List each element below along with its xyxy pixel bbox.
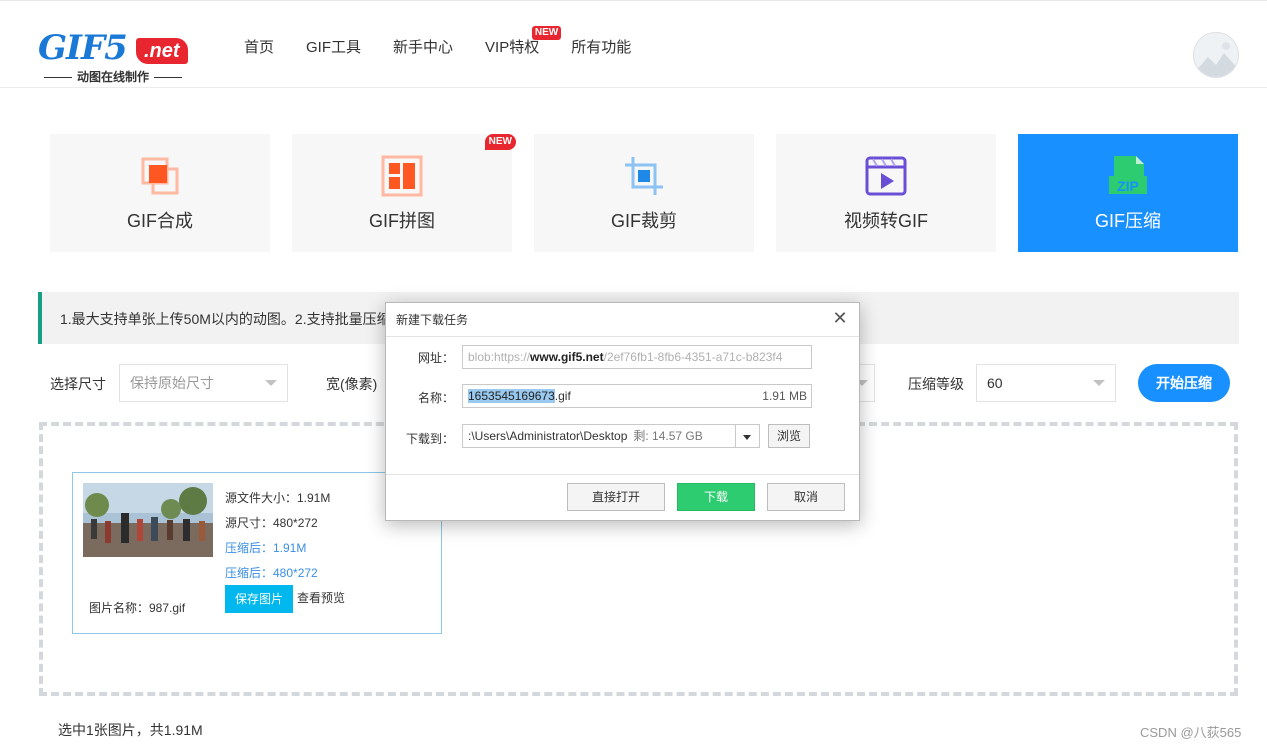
crop-icon (625, 157, 663, 195)
tool-label: 视频转GIF (844, 211, 928, 231)
tool-cards: GIF合成 GIF拼图 NEW GIF裁剪 视频转GIF ZIP GIF压缩 (50, 134, 1260, 252)
url-field[interactable]: blob:https://www.gif5.net/2ef76fb1-8fb6-… (462, 345, 812, 369)
start-compress-button[interactable]: 开始压缩 (1138, 364, 1230, 402)
tool-card-gif-merge[interactable]: GIF合成 (50, 134, 270, 252)
main-nav: 首页 GIF工具 新手中心 VIP特权 NEW 所有功能 (244, 26, 663, 58)
save-path-label: 下载到： (405, 432, 454, 446)
level-select-value: 60 (987, 375, 1003, 391)
save-path-value: :\Users\Administrator\Desktop (468, 429, 628, 443)
name-label: 名称： (417, 391, 454, 405)
avatar-image-icon (1194, 33, 1238, 77)
compressed-dimensions: 压缩后：480*272 (225, 566, 318, 580)
csdn-watermark: CSDN @八荻565 (1140, 725, 1242, 740)
collage-icon (381, 155, 423, 197)
nav-home[interactable]: 首页 (244, 38, 274, 58)
logo-tagline: 动图在线制作 (38, 68, 188, 85)
nav-vip[interactable]: VIP特权 NEW (485, 26, 562, 58)
browse-button[interactable]: 浏览 (768, 424, 810, 448)
tool-card-gif-crop[interactable]: GIF裁剪 (534, 134, 754, 252)
close-icon[interactable]: ✕ (832, 309, 848, 327)
save-path-field[interactable]: :\Users\Administrator\Desktop 剩: 14.57 GB (462, 424, 736, 448)
tool-card-gif-collage[interactable]: GIF拼图 NEW (292, 134, 516, 252)
tool-card-gif-compress[interactable]: ZIP GIF压缩 (1018, 134, 1238, 252)
tool-label: GIF裁剪 (611, 211, 677, 231)
chevron-down-icon (1093, 380, 1105, 386)
chevron-down-icon (265, 380, 277, 386)
nav-vip-label: VIP特权 (485, 39, 540, 56)
view-preview-link[interactable]: 查看预览 (297, 589, 345, 606)
selection-summary: 选中1张图片，共1.91M (58, 722, 203, 738)
url-host: www.gif5.net (530, 350, 604, 364)
url-label: 网址： (417, 351, 454, 365)
gif-thumbnail[interactable] (83, 483, 213, 557)
site-header: GIF5 .net 动图在线制作 首页 GIF工具 新手中心 VIP特权 NEW … (0, 4, 1267, 88)
compressed-size: 压缩后：1.91M (225, 541, 307, 555)
filename-selected: 1653545169673 (468, 389, 555, 403)
original-size: 源文件大小：1.91M (225, 491, 331, 505)
tool-label: GIF压缩 (1095, 211, 1161, 231)
open-directly-button[interactable]: 直接打开 (567, 483, 665, 511)
size-label: 选择尺寸 (50, 376, 106, 392)
tool-label: GIF拼图 (369, 211, 435, 231)
logo-net-badge: .net (136, 38, 188, 64)
nav-all-features[interactable]: 所有功能 (571, 38, 631, 58)
notice-text: 1.最大支持单张上传50M以内的动图。2.支持批量压缩 (60, 311, 391, 327)
filename-field[interactable]: 1653545169673.gif 1.91 MB (462, 384, 812, 408)
thumbnail-image-icon (83, 483, 213, 557)
svg-text:ZIP: ZIP (1117, 178, 1139, 194)
width-label: 宽(像素) (326, 376, 378, 392)
level-select[interactable]: 60 (976, 364, 1116, 402)
merge-icon (141, 157, 179, 195)
logo-text: GIF5 (38, 28, 128, 68)
filename-extension: .gif (554, 389, 571, 403)
file-name: 图片名称：987.gif (89, 601, 186, 615)
nav-gif-tools[interactable]: GIF工具 (306, 38, 361, 58)
file-size: 1.91 MB (762, 389, 807, 403)
tool-card-video-to-gif[interactable]: 视频转GIF (776, 134, 996, 252)
nav-help-center[interactable]: 新手中心 (393, 38, 453, 58)
zip-icon: ZIP (1109, 156, 1147, 194)
video-icon (865, 156, 907, 196)
save-image-button[interactable]: 保存图片 (225, 585, 293, 613)
original-dimensions: 源尺寸：480*272 (225, 516, 318, 530)
size-select-value: 保持原始尺寸 (130, 375, 214, 391)
tool-label: GIF合成 (127, 211, 193, 231)
path-dropdown-button[interactable] (736, 424, 760, 448)
url-prefix: blob:https:// (468, 350, 531, 364)
dialog-title: 新建下载任务 (396, 313, 469, 327)
new-badge: NEW (484, 134, 516, 150)
cancel-button[interactable]: 取消 (767, 483, 845, 511)
size-select[interactable]: 保持原始尺寸 (119, 364, 288, 402)
new-badge: NEW (531, 26, 562, 40)
url-path: /2ef76fb1-8fb6-4351-a71c-b823f4 (603, 350, 783, 364)
dialog-divider (386, 336, 859, 337)
user-avatar[interactable] (1193, 32, 1239, 78)
download-dialog: 新建下载任务 ✕ 网址： blob:https://www.gif5.net/2… (385, 302, 860, 521)
free-space: 剩: 14.57 GB (633, 429, 703, 443)
level-label: 压缩等级 (908, 376, 964, 392)
download-button[interactable]: 下载 (677, 483, 755, 511)
site-logo[interactable]: GIF5 .net 动图在线制作 (38, 30, 188, 84)
